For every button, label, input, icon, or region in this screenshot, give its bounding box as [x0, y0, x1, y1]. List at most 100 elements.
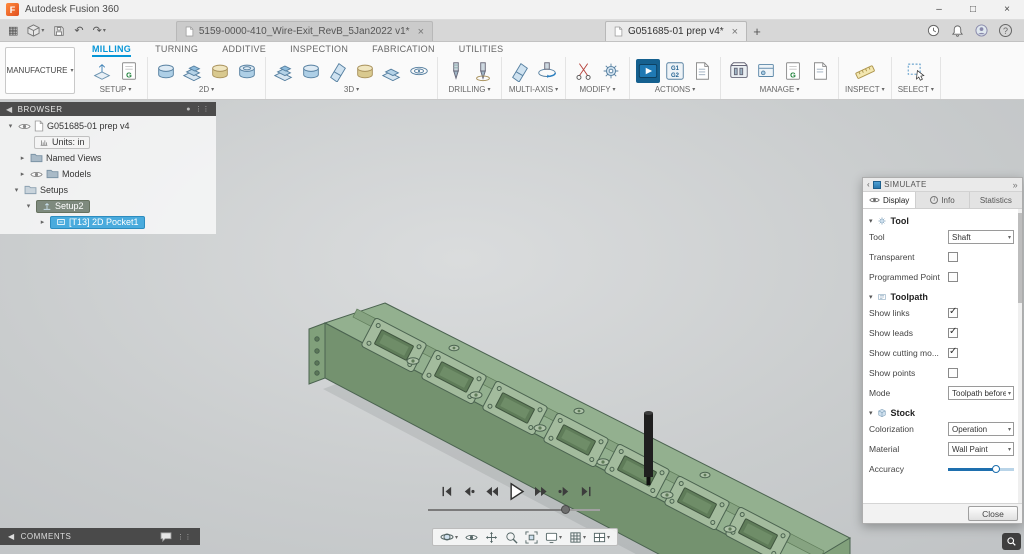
- 2d-pocket-icon[interactable]: [208, 59, 232, 83]
- new-tab-button[interactable]: +: [747, 21, 767, 41]
- programmed-point-checkbox[interactable]: [948, 272, 958, 282]
- corner-badge-icon[interactable]: [1002, 533, 1021, 550]
- panel-pin-icon[interactable]: ●: [186, 106, 191, 113]
- close-button[interactable]: Close: [968, 506, 1018, 521]
- workspace-selector[interactable]: MANUFACTURE ▾: [5, 47, 75, 94]
- dock-panel-icon[interactable]: »: [1013, 180, 1018, 190]
- redo-icon[interactable]: ↷▾: [93, 24, 106, 37]
- group-label-manage[interactable]: MANAGE▾: [760, 85, 800, 94]
- trim-icon[interactable]: [572, 59, 596, 83]
- post-process-icon[interactable]: G1G2: [663, 59, 687, 83]
- go-to-start-button[interactable]: [440, 485, 453, 498]
- tool-select[interactable]: Shaft ▾: [948, 230, 1014, 244]
- new-setup-icon[interactable]: [90, 59, 114, 83]
- rotary-icon[interactable]: [535, 59, 559, 83]
- visibility-eye-icon[interactable]: [18, 122, 31, 131]
- tree-row-setups[interactable]: ▾ Setups: [0, 182, 216, 198]
- tree-row-models[interactable]: ▸ Models: [0, 166, 216, 182]
- tab-fabrication[interactable]: FABRICATION: [372, 42, 435, 57]
- accuracy-slider[interactable]: [948, 464, 1014, 474]
- comments-bar[interactable]: ◀ COMMENTS ⋮⋮: [0, 528, 200, 545]
- tree-row-2d-pocket1[interactable]: ▸ [T13] 2D Pocket1: [0, 214, 216, 230]
- show-links-checkbox[interactable]: [948, 308, 958, 318]
- browser-header[interactable]: ◀ BROWSER ●⋮⋮: [0, 102, 216, 116]
- group-label-2d[interactable]: 2D▾: [199, 85, 214, 94]
- orbit-icon[interactable]: ▾: [438, 530, 460, 544]
- tab-info[interactable]: i Info: [916, 192, 969, 208]
- simulate-header[interactable]: ‹ SIMULATE »: [863, 178, 1022, 192]
- tab-inspection[interactable]: INSPECTION: [290, 42, 348, 57]
- parallel-icon[interactable]: [353, 59, 377, 83]
- selected-operation-chip[interactable]: [T13] 2D Pocket1: [50, 216, 145, 229]
- pocket-clearing-icon[interactable]: [299, 59, 323, 83]
- material-select[interactable]: Wall Paint ▾: [948, 442, 1014, 456]
- play-button[interactable]: [507, 482, 526, 501]
- expand-icon[interactable]: ▸: [18, 154, 27, 162]
- nc-program-icon[interactable]: G: [117, 59, 141, 83]
- section-header-tool[interactable]: ▾ Tool: [869, 216, 1014, 226]
- expand-icon[interactable]: ▾: [12, 186, 21, 194]
- drill-icon[interactable]: [444, 59, 468, 83]
- group-label-modify[interactable]: MODIFY▾: [579, 85, 615, 94]
- 2d-adaptive-icon[interactable]: [181, 59, 205, 83]
- document-tab-g051685[interactable]: G051685-01 prep v4* ×: [605, 21, 747, 41]
- undo-icon[interactable]: ↶: [74, 24, 83, 37]
- tab-milling[interactable]: MILLING: [92, 42, 131, 57]
- document-tab-wire-exit[interactable]: 5159-0000-410_Wire-Exit_RevB_5Jan2022 v1…: [176, 21, 433, 41]
- cutting-tool[interactable]: [644, 411, 653, 485]
- panel-grip-icon[interactable]: ⋮⋮: [177, 533, 192, 541]
- scrollbar-thumb[interactable]: [1018, 213, 1022, 303]
- swarf-icon[interactable]: [508, 59, 532, 83]
- pan-icon[interactable]: [483, 531, 500, 544]
- panel-grip-icon[interactable]: ⋮⋮: [195, 105, 210, 113]
- tool-library-icon[interactable]: [727, 59, 751, 83]
- mode-select[interactable]: Toolpath before ... ▾: [948, 386, 1014, 400]
- group-label-drilling[interactable]: DRILLING▾: [449, 85, 491, 94]
- viewports-icon[interactable]: ▾: [591, 531, 612, 544]
- job-status-clock-icon[interactable]: [927, 24, 940, 37]
- group-label-3d[interactable]: 3D▾: [344, 85, 359, 94]
- expand-icon[interactable]: ▸: [38, 218, 47, 226]
- 2d-contour-icon[interactable]: [235, 59, 259, 83]
- colorization-select[interactable]: Operation ▾: [948, 422, 1014, 436]
- visibility-eye-icon[interactable]: [30, 170, 43, 179]
- save-icon[interactable]: [53, 25, 65, 37]
- close-window-button[interactable]: ×: [990, 0, 1024, 19]
- timeline-handle[interactable]: [561, 505, 570, 514]
- bore-icon[interactable]: [471, 59, 495, 83]
- look-at-icon[interactable]: [463, 533, 480, 542]
- tree-row-named-views[interactable]: ▸ Named Views: [0, 150, 216, 166]
- transparent-checkbox[interactable]: [948, 252, 958, 262]
- window-select-icon[interactable]: [904, 59, 928, 83]
- close-tab-icon[interactable]: ×: [418, 26, 424, 38]
- face-icon[interactable]: [154, 59, 178, 83]
- group-label-select[interactable]: SELECT▾: [898, 85, 934, 94]
- slider-handle[interactable]: [992, 465, 1000, 473]
- tree-row-units[interactable]: Units: in: [0, 134, 216, 150]
- go-to-end-button[interactable]: [580, 485, 593, 498]
- collapse-section-icon[interactable]: ▾: [869, 293, 873, 301]
- simulation-timeline[interactable]: [428, 504, 600, 516]
- post-library-icon[interactable]: G: [781, 59, 805, 83]
- group-label-actions[interactable]: ACTIONS▾: [655, 85, 696, 94]
- setup-sheet-icon[interactable]: [690, 59, 714, 83]
- edit-toolpath-icon[interactable]: [599, 59, 623, 83]
- section-header-stock[interactable]: ▾ Stock: [869, 408, 1014, 418]
- simulate-icon[interactable]: [636, 59, 660, 83]
- group-label-inspect[interactable]: INSPECT▾: [845, 85, 885, 94]
- file-menu-icon[interactable]: ▾: [27, 24, 44, 37]
- minimize-button[interactable]: –: [922, 0, 956, 19]
- expand-icon[interactable]: ▸: [18, 170, 27, 178]
- expand-icon[interactable]: ▾: [6, 122, 15, 130]
- templates-icon[interactable]: [808, 59, 832, 83]
- previous-operation-button[interactable]: [461, 485, 476, 498]
- section-header-toolpath[interactable]: ▾ Toolpath: [869, 292, 1014, 302]
- zoom-icon[interactable]: [503, 531, 520, 544]
- help-icon[interactable]: ?: [999, 24, 1012, 37]
- fit-icon[interactable]: [523, 531, 540, 544]
- maximize-button[interactable]: □: [956, 0, 990, 19]
- ramp-icon[interactable]: [380, 59, 404, 83]
- step-forward-button[interactable]: [534, 485, 549, 498]
- collapse-comments-icon[interactable]: ◀: [8, 532, 15, 541]
- tab-statistics[interactable]: Statistics: [970, 192, 1022, 208]
